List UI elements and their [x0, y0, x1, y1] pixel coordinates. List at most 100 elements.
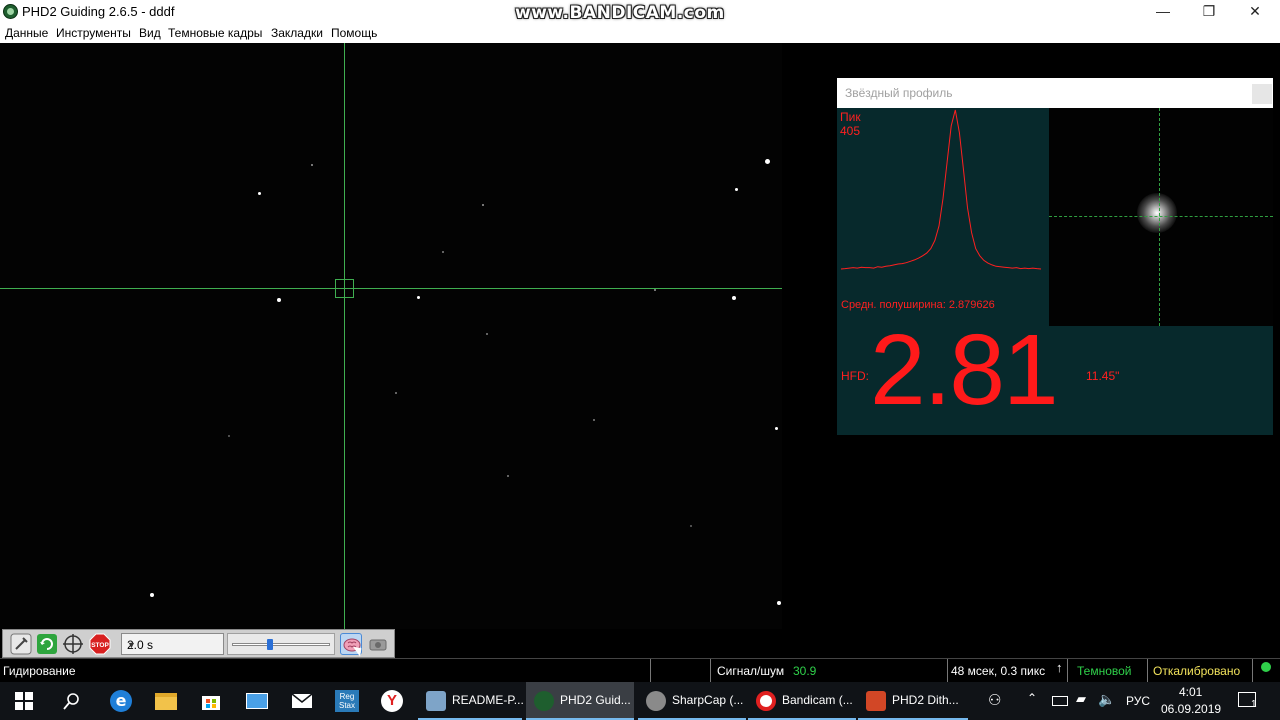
battery-icon[interactable] — [1052, 696, 1068, 706]
guide-star-image — [1137, 193, 1177, 233]
star-profile-graph — [840, 109, 1042, 270]
window-title: PHD2 Guiding 2.6.5 - dddf — [22, 4, 175, 19]
search-icon[interactable] — [60, 689, 84, 713]
star — [775, 427, 778, 430]
mail-icon[interactable] — [290, 689, 314, 713]
star-thumbnail-hline — [1049, 216, 1273, 217]
menu-view[interactable]: Вид — [139, 26, 161, 40]
clock-date[interactable]: 06.09.2019 — [1161, 702, 1221, 716]
status-segment — [650, 659, 710, 683]
language-indicator[interactable]: РУС — [1126, 694, 1150, 708]
toolbar-panel: STOP 2.0 s ▼ — [2, 629, 395, 658]
chevron-down-icon: ▼ — [127, 640, 136, 650]
status-mode: Гидирование — [3, 664, 76, 678]
status-timing-segment: 48 мсек, 0.3 пикс ↑ — [947, 659, 1067, 683]
exposure-select[interactable]: 2.0 s ▼ — [121, 633, 224, 655]
menu-help[interactable]: Помощь — [331, 26, 377, 40]
peak-label: Пик — [840, 110, 861, 124]
star — [150, 593, 154, 597]
gear-icon[interactable] — [10, 633, 32, 655]
windows-taskbar: e Reg Stax Y README-P... PHD2 Guid... Sh… — [0, 682, 1280, 720]
camera-view[interactable] — [0, 43, 782, 629]
star — [777, 601, 781, 605]
hfd-label: HFD: — [841, 369, 869, 383]
star — [732, 296, 736, 300]
status-snr-segment: Сигнал/шум 30.9 — [710, 659, 947, 683]
star — [442, 251, 444, 253]
star-profile-close-button[interactable] — [1252, 84, 1272, 104]
hfd-arcsec: 11.45" — [1086, 369, 1120, 383]
menu-bar: Данные Инструменты Вид Темновые кадры За… — [0, 24, 1280, 43]
store-icon[interactable] — [199, 689, 223, 713]
star — [228, 435, 230, 437]
menu-darks[interactable]: Темновые кадры — [168, 26, 262, 40]
star-profile-title: Звёздный профиль — [845, 86, 953, 100]
menu-bookmarks[interactable]: Закладки — [271, 26, 323, 40]
star-profile-curve — [840, 109, 1042, 270]
star — [482, 204, 484, 206]
connection-led-icon — [1261, 662, 1271, 672]
windows-start-icon[interactable] — [12, 689, 36, 713]
maximize-button[interactable]: ❐ — [1186, 0, 1232, 24]
arrow-up-icon: ↑ — [1056, 660, 1063, 675]
star-profile-title-bar: Звёздный профиль — [837, 78, 1273, 108]
loop-icon[interactable] — [36, 633, 58, 655]
sharpcap-icon — [646, 691, 666, 711]
taskbar-app-label: SharpCap (... — [672, 693, 744, 707]
star — [395, 392, 397, 394]
taskbar-app-powerpoint[interactable]: PHD2 Dith... — [858, 682, 968, 720]
regstax-icon[interactable]: Reg Stax — [335, 689, 359, 713]
star — [311, 164, 313, 166]
record-icon — [756, 691, 776, 711]
status-bar: Гидирование Сигнал/шум 30.9 48 мсек, 0.3… — [0, 658, 1280, 683]
phd2-icon — [534, 691, 554, 711]
close-button[interactable]: ✕ — [1232, 0, 1278, 24]
taskbar-app-label: PHD2 Guid... — [560, 693, 631, 707]
menu-tools[interactable]: Инструменты — [56, 26, 131, 40]
clock-time[interactable]: 4:01 — [1179, 685, 1202, 699]
camera-icon[interactable] — [367, 633, 389, 655]
status-dark: Темновой — [1077, 664, 1132, 678]
menu-data[interactable]: Данные — [5, 26, 48, 40]
phd2-app-icon — [3, 4, 18, 19]
edge-icon[interactable]: e — [109, 689, 133, 713]
star — [593, 419, 595, 421]
stop-icon[interactable]: STOP — [89, 633, 111, 655]
taskbar-app-label: PHD2 Dith... — [892, 693, 959, 707]
volume-icon[interactable]: 🔈 — [1098, 691, 1115, 708]
network-icon[interactable]: ▰ — [1076, 691, 1086, 707]
folder-icon[interactable] — [154, 689, 178, 713]
snr-label: Сигнал/шум — [717, 664, 785, 678]
gamma-slider[interactable] — [227, 633, 335, 655]
taskbar-app-bandicam[interactable]: Bandicam (... — [748, 682, 856, 720]
crosshair-vertical-line — [344, 43, 345, 629]
book-icon — [426, 691, 446, 711]
fwhm-readout: Средн. полуширина: 2.879626 — [841, 299, 995, 311]
contacts-icon[interactable] — [245, 689, 269, 713]
lock-position-box — [335, 279, 354, 298]
taskbar-app-sharpcap[interactable]: SharpCap (... — [638, 682, 746, 720]
star — [507, 475, 509, 477]
star — [417, 296, 420, 299]
crosshair-horizontal-line — [0, 288, 782, 289]
peak-value: 405 — [840, 124, 861, 138]
snr-value: 30.9 — [793, 664, 817, 678]
star-thumbnail-vline — [1159, 108, 1160, 326]
taskbar-app-phd2[interactable]: PHD2 Guid... — [526, 682, 634, 720]
status-calibrated: Откалибровано — [1153, 664, 1241, 678]
star — [735, 188, 738, 191]
powerpoint-icon — [866, 691, 886, 711]
yandex-browser-icon[interactable]: Y — [380, 689, 404, 713]
minimize-button[interactable]: — — [1140, 0, 1186, 24]
star-profile-panel: Звёздный профиль Пик 405 Средн. полушири… — [837, 78, 1273, 435]
peak-readout: Пик 405 — [840, 110, 861, 138]
crosshair-icon[interactable] — [62, 633, 84, 655]
notification-count: 1 — [1251, 699, 1257, 710]
status-timing: 48 мсек, 0.3 пикс — [951, 664, 1046, 678]
chevron-up-icon[interactable]: ⌃ — [1027, 691, 1037, 705]
title-bar: PHD2 Guiding 2.6.5 - dddf www.BANDICAM.c… — [0, 0, 1280, 24]
taskbar-app-readme[interactable]: README-P... — [418, 682, 524, 720]
taskbar-app-label: Bandicam (... — [782, 693, 853, 707]
slider-thumb[interactable] — [267, 639, 273, 650]
people-icon[interactable]: ⚇ — [988, 691, 1001, 709]
